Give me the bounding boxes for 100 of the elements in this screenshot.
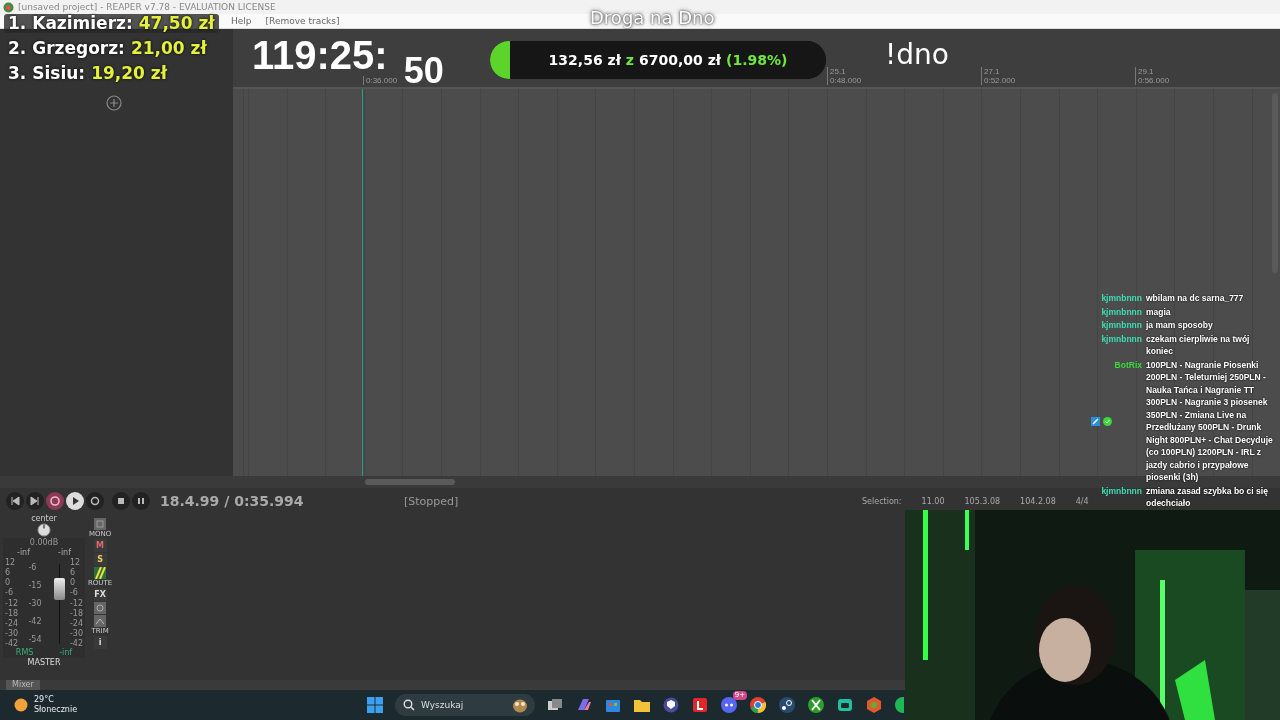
go-to-start-button[interactable] (6, 492, 24, 510)
search-icon (403, 699, 415, 711)
square-icon (94, 518, 107, 530)
chat-message: wbilam na dc sarna_777 (1146, 292, 1245, 305)
mono-button[interactable] (94, 518, 107, 530)
window-title: [unsaved project] - REAPER v7.78 - EVALUATION LICENSE (18, 2, 276, 12)
record-button[interactable] (46, 492, 64, 510)
l-app-icon[interactable] (691, 696, 709, 714)
goal-target: 6700,00 zł (639, 52, 721, 68)
countdown-timer: 119:25: (252, 38, 388, 72)
add-track-icon[interactable] (106, 95, 122, 111)
volume-readout: 0.00dB (28, 538, 60, 548)
go-to-end-button[interactable] (26, 492, 44, 510)
ruler-label: 0:36.000 (366, 76, 398, 85)
meter-scale-label: 0 (69, 578, 76, 588)
game-icon[interactable] (836, 696, 854, 714)
record-icon (48, 494, 62, 508)
mute-button[interactable]: M (93, 539, 107, 552)
horizontal-scrollbar[interactable] (365, 479, 455, 485)
volume-fader[interactable] (54, 578, 65, 600)
chat-message: magia (1146, 305, 1172, 318)
leaderboard-amount: 19,20 zł (91, 64, 168, 83)
meter-scale-label: -12 (69, 598, 83, 608)
chat-message: ja mam sposoby (1146, 319, 1214, 332)
go-to-start-icon (8, 494, 22, 508)
meter-scale-label: -42 (28, 616, 42, 626)
solo-button[interactable]: S (93, 553, 107, 566)
meter-scale-label: -24 (5, 618, 19, 628)
ruler-label: 29.1 (1138, 67, 1155, 76)
weather-temperature: 29°C (34, 695, 55, 705)
rms-label: RMS (15, 648, 34, 658)
meter-scale-label: -42 (5, 639, 19, 648)
chat-username: kjmnbnnn (1101, 319, 1142, 332)
meter-scale-label: -30 (5, 628, 19, 638)
peak-readout: -inf (58, 548, 71, 558)
countdown-seconds: 50 (403, 54, 444, 88)
trim-button[interactable] (94, 615, 107, 627)
xbox-icon[interactable] (807, 696, 825, 714)
verified-badge-icon (1102, 416, 1112, 426)
owl-icon (511, 697, 529, 713)
shield-icon[interactable] (662, 696, 680, 714)
fx-bypass-button[interactable] (94, 602, 107, 614)
chat-message: 100PLN - Nagranie Piosenki 200PLN - Teleturniej 250PLN - Nauka Tańca i Nagranie TT 300PLN - Nagranie 3 piosenek 350PLN - Zmiana Live na Przedłużany 500PLN - Drunk Night 800PLN+ - Chat Decyduje (co 100PLN) 1200PLN - IRL z jazdy cabrio i przypałowe piosenki (3h) (1146, 358, 1274, 484)
meter-scale-label: -54 (28, 634, 42, 644)
leaderboard-amount: 47,50 zł (138, 14, 215, 33)
meter-scale-label: -12 (5, 598, 19, 608)
app-icon[interactable] (894, 696, 904, 714)
meter-scale-label: 6 (5, 568, 12, 578)
selection-value: 11.00 (921, 496, 945, 506)
meter-scale-label: -6 (5, 588, 14, 598)
chat-username: kjmnbnnn (1101, 332, 1142, 345)
meter-scale-label: -42 (69, 639, 83, 648)
time-signature: 4/4 (1075, 496, 1089, 506)
leaderboard-name: 2. Grzegorz: (8, 39, 125, 58)
mixer-tab[interactable]: Mixer (6, 680, 40, 690)
pause-button[interactable] (132, 492, 150, 510)
repeat-button[interactable] (86, 492, 104, 510)
fx-button[interactable]: FX (93, 588, 107, 601)
discord-icon[interactable] (720, 696, 738, 714)
meter-scale-label: -24 (69, 618, 83, 628)
info-button[interactable]: i (93, 636, 107, 649)
meter-scale-label: -6 (69, 588, 79, 598)
stripes-icon (94, 567, 107, 579)
goal-raised: 132,56 zł (548, 52, 621, 68)
chat-username: kjmnbnnn (1101, 484, 1142, 497)
pan-knob[interactable] (37, 523, 51, 537)
start-icon[interactable] (366, 696, 384, 714)
meter-scale-label: 0 (5, 578, 12, 588)
pan-label: center (31, 514, 57, 523)
selection-value: 105.3.08 (964, 496, 1001, 506)
chrome-icon[interactable] (749, 696, 767, 714)
play-button[interactable] (66, 492, 84, 510)
stop-button[interactable] (112, 492, 130, 510)
chat-username: kjmnbnnn (1101, 292, 1142, 305)
steam-icon[interactable] (778, 696, 796, 714)
sun-icon (14, 698, 28, 712)
ruler-label: 0:52.000 (984, 76, 1016, 85)
app-logo-icon (3, 1, 14, 13)
meter-scale-label: -15 (28, 580, 42, 590)
meter-scale-label: -6 (28, 562, 38, 572)
power-icon (94, 602, 107, 614)
search-field[interactable]: Wyszukaj (395, 694, 535, 716)
transport-position: 18.4.99 / 0:35.994 (160, 493, 305, 509)
weather-condition: Słonecznie (34, 705, 78, 715)
chat-command: !dno (885, 38, 949, 71)
ruler-label: 27.1 (984, 67, 1001, 76)
browser-icon[interactable] (865, 696, 883, 714)
goal-percent: (1.98%) (726, 52, 788, 68)
chat-message: zmiana zasad szybka bo ci się odechciało (1146, 484, 1269, 510)
goal-separator: z (625, 52, 634, 68)
rms-value: -inf (59, 648, 73, 658)
route-button[interactable] (94, 567, 107, 579)
menu-item[interactable]: [Remove tracks] (265, 16, 340, 26)
menu-item[interactable]: Help (231, 16, 252, 26)
ruler-label: 0:56.000 (1138, 76, 1170, 85)
chat-username: kjmnbnnn (1101, 305, 1142, 318)
ruler-label: 0:48.000 (830, 76, 862, 85)
meter-scale-label: -30 (28, 598, 42, 608)
chat-username: BotRix (1114, 358, 1142, 371)
meter-scale-label: 12 (69, 558, 82, 567)
